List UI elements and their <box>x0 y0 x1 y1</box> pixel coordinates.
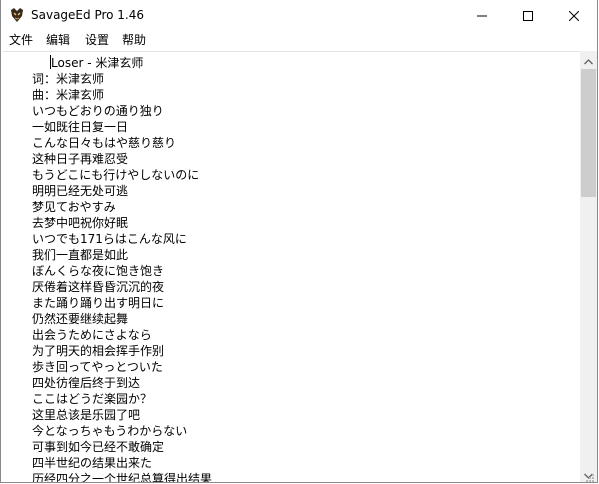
title-bar[interactable]: SavageEd Pro 1.46 <box>1 0 597 30</box>
editor-line: 一如既往日复一日 <box>32 120 129 134</box>
editor-line: いつもどおりの通り独り <box>32 104 164 118</box>
editor-line: 词：米津玄师 <box>32 72 105 86</box>
editor-line: こんな日々もはや慈り慈り <box>32 136 177 150</box>
menu-settings[interactable]: 设置 <box>85 32 109 48</box>
close-icon <box>568 6 580 25</box>
editor-line: 歩き回ってやっとついた <box>32 360 163 374</box>
minimize-icon <box>477 6 487 25</box>
editor-line: もうどこにも行けやしないのに <box>32 168 200 182</box>
close-button[interactable] <box>551 0 597 30</box>
editor-line: 历经四分之一个世纪总算得出结果 <box>32 472 213 482</box>
editor-line: 厌倦着这样昏昏沉沉的夜 <box>32 280 165 294</box>
scroll-thumb[interactable] <box>581 69 596 197</box>
editor-line: 四半世纪の结果出来た <box>32 456 153 470</box>
app-window: SavageEd Pro 1.46 文件 编辑 设置 帮助 Loser - 米津… <box>0 0 598 483</box>
scroll-up-arrow-icon <box>584 50 593 69</box>
editor-line: 梦见ておやすみ <box>32 200 116 214</box>
editor-line: また踊り踊り出す明日に <box>32 296 165 310</box>
vertical-scrollbar[interactable] <box>580 51 597 482</box>
menu-help[interactable]: 帮助 <box>122 32 146 48</box>
editor-line: 四处彷徨后终于到达 <box>32 376 141 390</box>
minimize-button[interactable] <box>459 0 505 30</box>
editor-line: 这里总该是乐园了吧 <box>32 408 141 422</box>
editor-line: 去梦中吧祝你好眠 <box>32 216 129 230</box>
window-title: SavageEd Pro 1.46 <box>31 8 145 22</box>
menu-bar: 文件 编辑 设置 帮助 <box>1 30 597 50</box>
editor-line: 今となっちゃもうわからない <box>32 424 188 438</box>
editor-line: 明明已经无处可逃 <box>32 184 129 198</box>
app-logo-icon[interactable] <box>9 7 25 23</box>
resize-grip-icon[interactable] <box>583 468 595 482</box>
menu-edit[interactable]: 编辑 <box>46 32 70 48</box>
editor-line: 曲：米津玄师 <box>32 88 105 102</box>
editor-line: 出会うためにさよなら <box>32 328 152 342</box>
editor-line: ここはどうだ楽园か？ <box>32 392 153 406</box>
editor-line: いつでも171らはこんな风に <box>32 232 187 246</box>
editor-line: 这种日子再难忍受 <box>32 152 129 166</box>
maximize-icon <box>523 6 533 25</box>
scroll-up-button[interactable] <box>580 51 597 68</box>
editor-line: ぼんくらな夜に饱き饱き <box>32 264 165 278</box>
editor-line: 可事到如今已经不敢确定 <box>32 440 165 454</box>
editor-line: 仍然还要继续起舞 <box>32 312 129 326</box>
maximize-button[interactable] <box>505 0 551 30</box>
editor-line: 我们一直都是如此 <box>32 248 129 262</box>
text-editor-area[interactable]: Loser - 米津玄师 词：米津玄师 曲：米津玄师 いつもどおりの通り独り 一… <box>3 51 580 482</box>
menu-file[interactable]: 文件 <box>9 32 33 48</box>
editor-line: 为了明天的相会挥手作别 <box>32 344 165 358</box>
editor-line: Loser - 米津玄师 <box>51 56 144 70</box>
